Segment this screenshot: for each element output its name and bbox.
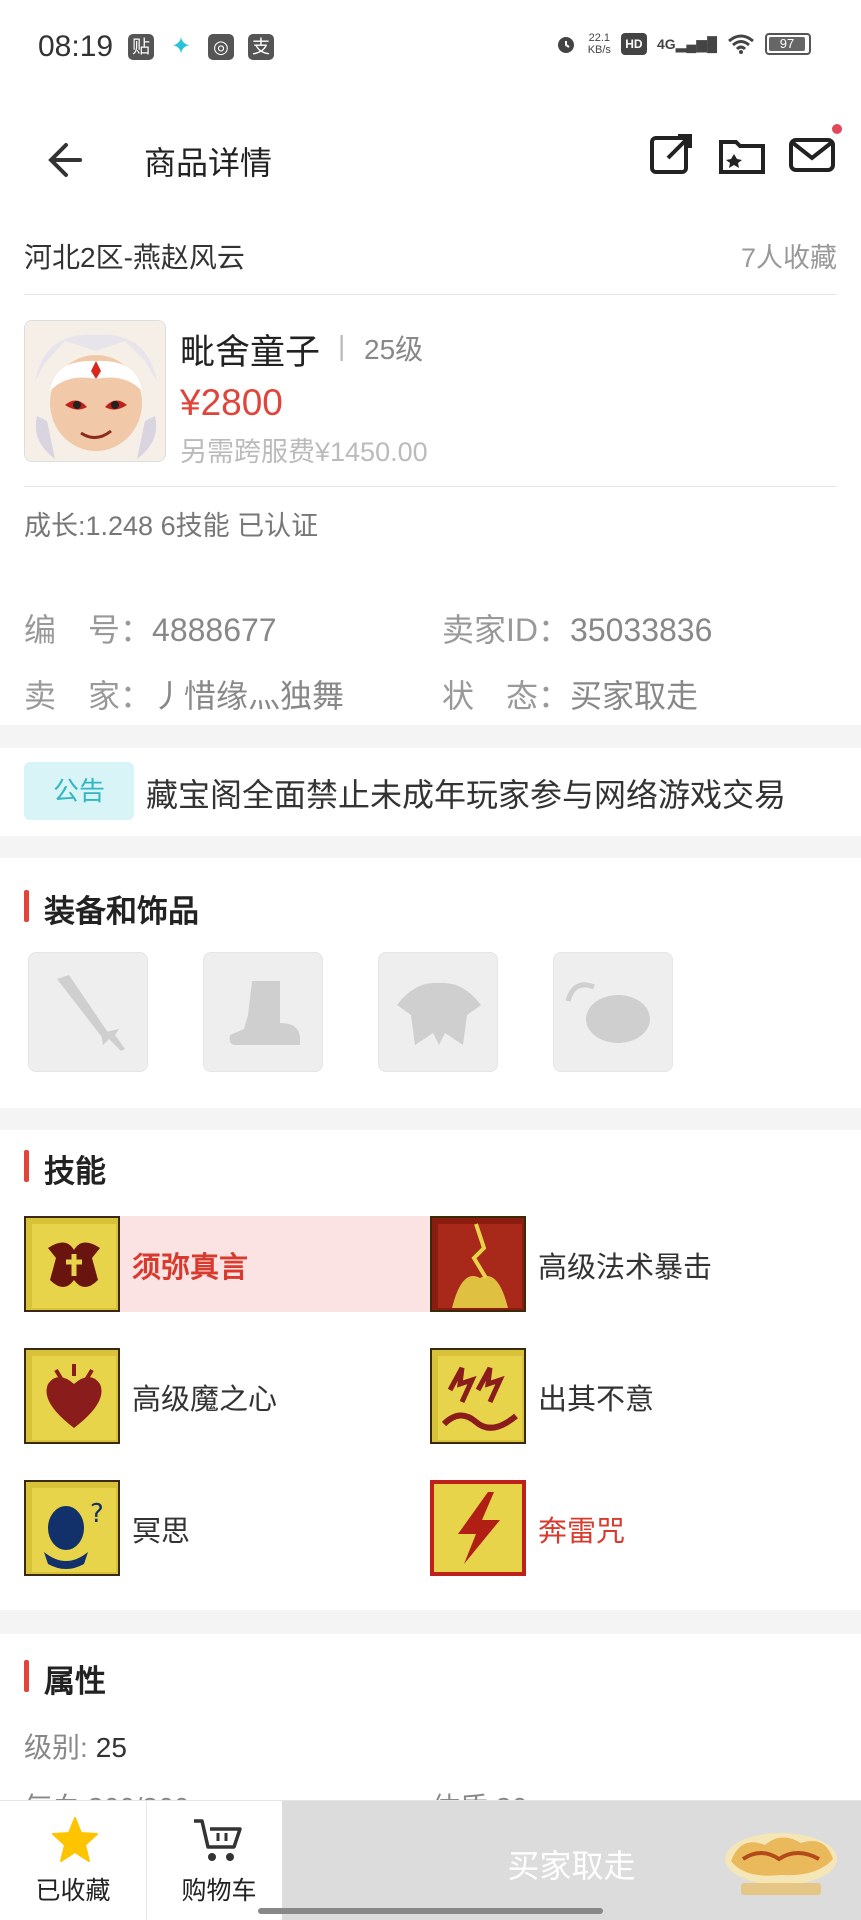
skill-label: 奔雷咒 bbox=[538, 1516, 626, 1548]
skill-heart-icon bbox=[24, 1348, 120, 1444]
feather-app-icon: ✦ bbox=[170, 33, 192, 60]
skill-label: 冥思 bbox=[132, 1516, 191, 1548]
back-arrow-icon[interactable] bbox=[40, 130, 100, 190]
skill-item[interactable]: 出其不意 bbox=[430, 1348, 840, 1444]
attributes-title: 属性 bbox=[24, 1656, 106, 1701]
skill-label: 出其不意 bbox=[538, 1384, 655, 1416]
mail-icon[interactable] bbox=[786, 128, 838, 180]
skill-item[interactable]: 须弥真言 bbox=[24, 1216, 434, 1312]
skills-section: 技能 须弥真言 高级法术暴击 高级魔之心 出其不意 ? 冥思 奔雷咒 bbox=[0, 1130, 861, 1610]
cart-icon bbox=[194, 1819, 242, 1861]
cart-label: 购物车 bbox=[181, 1877, 257, 1905]
wechat-app-icon: ◎ bbox=[208, 34, 234, 60]
equipment-slot-armor[interactable] bbox=[378, 952, 498, 1072]
buy-button[interactable]: 买家取走 bbox=[282, 1801, 861, 1920]
signal-icon: 4G▂▄▆█ bbox=[656, 35, 717, 52]
favorited-button[interactable]: 已收藏 bbox=[0, 1801, 146, 1920]
skill-surprise-icon bbox=[430, 1348, 526, 1444]
seller-name: 卖 家：丿惜缘灬独舞 bbox=[24, 678, 345, 714]
attr-level: 级别: 25 bbox=[24, 1732, 127, 1763]
alarm-icon bbox=[557, 37, 574, 53]
notice-bar[interactable]: 公告 藏宝阁全面禁止未成年玩家参与网络游戏交易 bbox=[0, 748, 861, 836]
page-title: 商品详情 bbox=[144, 145, 273, 181]
boot-icon bbox=[229, 981, 300, 1045]
divider bbox=[24, 486, 837, 487]
equipment-slot-weapon[interactable] bbox=[28, 952, 148, 1072]
skill-thunder-icon bbox=[430, 1480, 526, 1576]
pet-name: 毗舍童子 bbox=[180, 333, 321, 372]
equipment-title: 装备和饰品 bbox=[24, 886, 199, 931]
folder-star-icon[interactable] bbox=[716, 128, 768, 180]
status-time: 08:19 bbox=[38, 30, 114, 63]
favorite-count: 7人收藏 bbox=[740, 243, 837, 273]
hd-icon: HD bbox=[620, 33, 647, 55]
bottom-action-bar: 已收藏 购物车 买家取走 bbox=[0, 1800, 861, 1920]
trade-status: 状 态：买家取走 bbox=[442, 678, 699, 714]
price: ¥2800 bbox=[180, 382, 283, 423]
skill-xumi-icon bbox=[24, 1216, 120, 1312]
tieba-app-icon: 贴 bbox=[128, 34, 154, 60]
pet-level: 25级 bbox=[364, 334, 424, 365]
growth-summary: 成长:1.248 6技能 已认证 bbox=[24, 511, 319, 541]
battery-icon: 97 bbox=[765, 33, 811, 55]
skill-item[interactable]: 奔雷咒 bbox=[430, 1480, 840, 1576]
status-indicators: 22.1 KB/s HD 4G▂▄▆█ 97 bbox=[554, 32, 811, 56]
divider bbox=[24, 294, 837, 295]
product-card: 河北2区-燕赵风云 7人收藏 毗舍童子 | 25级 ¥2800 另需跨服费¥14… bbox=[0, 220, 861, 575]
item-id: 编 号：4888677 bbox=[24, 612, 277, 648]
trade-info-card: 编 号：4888677 卖家ID：35033836 卖 家：丿惜缘灬独舞 状 态… bbox=[0, 575, 861, 725]
cross-server-fee: 另需跨服费¥1450.00 bbox=[180, 437, 428, 467]
attributes-section: 属性 级别:25 气血:366/366 体质:36 bbox=[0, 1634, 861, 1823]
skill-label: 高级魔之心 bbox=[132, 1384, 278, 1416]
wifi-icon bbox=[728, 34, 754, 54]
skill-item[interactable]: ? 冥思 bbox=[24, 1480, 434, 1576]
seller-id: 卖家ID：35033836 bbox=[442, 612, 713, 648]
status-bar: 08:19 贴 ✦ ◎ 支 22.1 KB/s HD 4G▂▄▆█ 97 bbox=[0, 0, 861, 100]
sword-icon bbox=[57, 975, 125, 1051]
skills-title: 技能 bbox=[24, 1146, 106, 1191]
notice-text: 藏宝阁全面禁止未成年玩家参与网络游戏交易 bbox=[146, 777, 787, 813]
svg-text:?: ? bbox=[90, 1499, 104, 1529]
pendant-icon bbox=[565, 982, 650, 1043]
equipment-slot-boots[interactable] bbox=[203, 952, 323, 1072]
name-separator: | bbox=[338, 330, 346, 361]
equipment-slot-pendant[interactable] bbox=[553, 952, 673, 1072]
armor-icon bbox=[397, 982, 481, 1045]
favorited-label: 已收藏 bbox=[35, 1877, 111, 1905]
mail-unread-dot bbox=[832, 124, 842, 134]
top-nav-bar: 商品详情 bbox=[0, 100, 861, 220]
game-logo-watermark bbox=[725, 1833, 837, 1895]
status-app-icons: 贴 ✦ ◎ 支 bbox=[128, 34, 274, 60]
skill-item[interactable]: 高级魔之心 bbox=[24, 1348, 434, 1444]
notice-tag: 公告 bbox=[24, 762, 134, 820]
network-speed: 22.1 KB/s bbox=[587, 32, 611, 56]
home-indicator[interactable] bbox=[258, 1908, 603, 1914]
skill-crit-icon bbox=[430, 1216, 526, 1312]
equipment-section: 装备和饰品 bbox=[0, 858, 861, 1108]
share-icon[interactable] bbox=[646, 128, 698, 180]
pet-avatar bbox=[24, 320, 166, 462]
skill-meditate-icon: ? bbox=[24, 1480, 120, 1576]
star-icon bbox=[52, 1817, 98, 1862]
server-name: 河北2区-燕赵风云 bbox=[24, 242, 245, 273]
alipay-app-icon: 支 bbox=[248, 34, 274, 60]
skill-label: 高级法术暴击 bbox=[538, 1252, 713, 1284]
skill-label: 须弥真言 bbox=[132, 1252, 249, 1284]
skill-item[interactable]: 高级法术暴击 bbox=[430, 1216, 840, 1312]
cart-button[interactable]: 购物车 bbox=[146, 1801, 292, 1920]
